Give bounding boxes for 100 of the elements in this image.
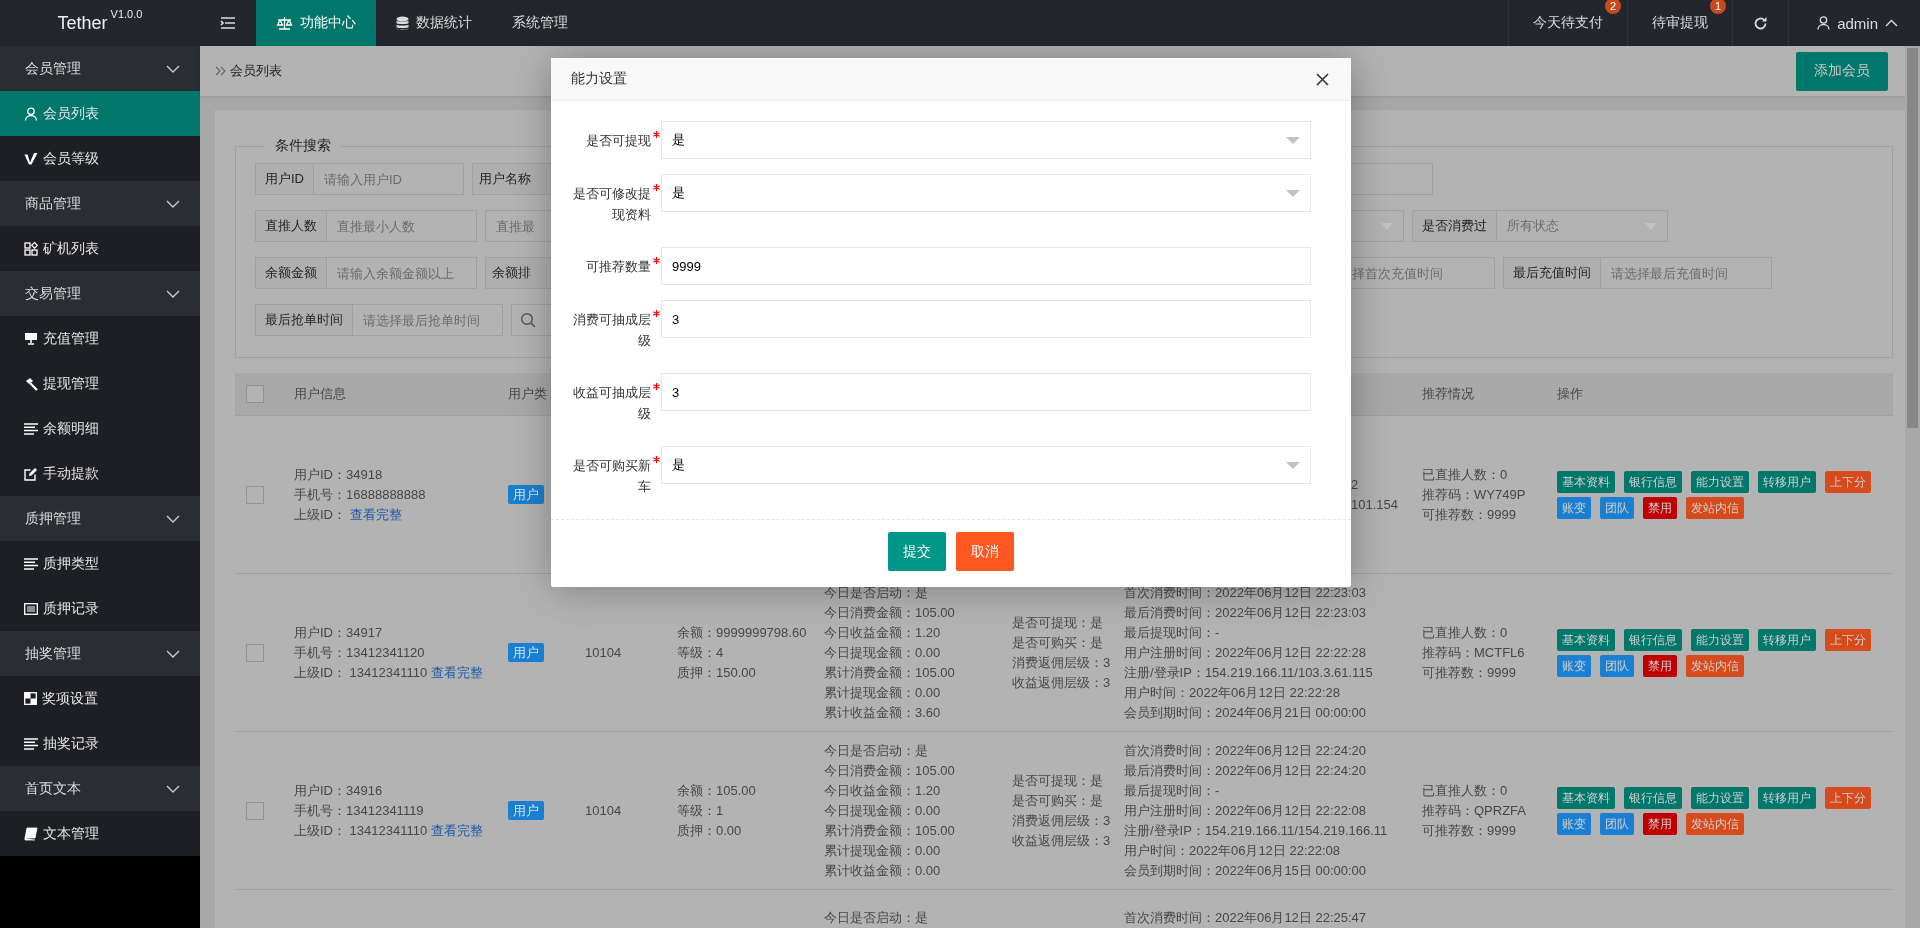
stats-text: 今日消费金额：105.00	[824, 603, 956, 622]
action-button[interactable]: 团队	[1600, 496, 1634, 519]
time-info-text: 最后提现时间：-	[1124, 781, 1221, 800]
sidebar-item[interactable]: 充值管理	[0, 316, 200, 361]
balance-text: 余额：105.00	[677, 781, 757, 800]
add-member-button[interactable]: 添加会员	[1796, 51, 1888, 91]
input-field[interactable]: 请输入余额金额以上	[327, 257, 477, 289]
sidebar-item[interactable]: 文本管理	[0, 811, 200, 856]
sidebar-item[interactable]: 矿机列表	[0, 226, 200, 271]
select-field[interactable]: 所有状态	[1497, 210, 1668, 242]
referral-text: 已直推人数：0	[1422, 465, 1509, 484]
top-nav-tab[interactable]: 数据统计	[376, 0, 492, 46]
action-button[interactable]: 账变	[1557, 812, 1591, 835]
action-button[interactable]: 发站内信	[1686, 654, 1744, 677]
permission-text: 消费返佣层级：3	[1012, 811, 1111, 830]
time-info-text: 会员到期时间：2024年06月21日 00:00:00	[1124, 703, 1368, 722]
action-button[interactable]: 上下分	[1825, 470, 1871, 493]
action-button[interactable]: 能力设置	[1691, 470, 1749, 493]
select-field[interactable]: 是	[661, 121, 1311, 159]
action-button[interactable]: 上下分	[1825, 628, 1871, 651]
action-button[interactable]: 银行信息	[1624, 786, 1682, 809]
menu-icon	[220, 16, 236, 30]
action-button[interactable]: 能力设置	[1691, 786, 1749, 809]
sidebar-item[interactable]: 奖项设置	[0, 676, 200, 721]
balance-text: 质押：0.00	[677, 821, 743, 840]
action-button[interactable]: 账变	[1557, 654, 1591, 677]
dropdown-arrow-icon	[1286, 136, 1300, 144]
stats-text: 今日是否启动：是	[824, 583, 929, 602]
top-nav-tab[interactable]: 系统管理	[492, 0, 588, 46]
referral-text: 可推荐数：9999	[1422, 663, 1517, 682]
top-nav-tab[interactable]: 功能中心	[256, 0, 376, 46]
action-button[interactable]: 发站内信	[1686, 496, 1744, 519]
checkbox[interactable]	[246, 485, 264, 504]
view-full-link[interactable]: 查看完整	[431, 820, 484, 841]
sidebar-group[interactable]: 交易管理	[0, 271, 200, 316]
count-badge: 1	[1710, 0, 1727, 14]
input-field[interactable]: 请选择最后充值时间	[1601, 257, 1772, 289]
sidebar-item[interactable]: 余额明细	[0, 406, 200, 451]
sidebar-group[interactable]: 商品管理	[0, 181, 200, 226]
action-button[interactable]: 银行信息	[1624, 470, 1682, 493]
stats-text: 累计提现金额：0.00	[824, 841, 942, 860]
parent-id-text: 上级ID： 13412341110	[294, 663, 428, 682]
action-button[interactable]: 团队	[1600, 654, 1634, 677]
checkbox[interactable]	[246, 801, 264, 820]
sidebar-item[interactable]: 质押记录	[0, 586, 200, 631]
version-label: V1.0.0	[110, 8, 143, 20]
action-button[interactable]: 禁用	[1643, 812, 1677, 835]
checkbox[interactable]	[246, 385, 264, 403]
stats-text: 累计收益金额：0.00	[824, 861, 942, 880]
input-field[interactable]: 择首次充值时间	[1350, 257, 1495, 289]
action-button[interactable]: 基本资料	[1557, 470, 1615, 493]
submit-button[interactable]: 提交	[888, 532, 946, 571]
stats-text: 今日收益金额：1.20	[824, 623, 942, 642]
select-field[interactable]: 是	[661, 174, 1311, 212]
action-button[interactable]: 转移用户	[1758, 628, 1816, 651]
checkbox[interactable]	[246, 643, 264, 662]
action-button[interactable]: 银行信息	[1624, 628, 1682, 651]
time-info-text: 101.154	[1351, 495, 1399, 514]
sidebar-group[interactable]: 质押管理	[0, 496, 200, 541]
action-button[interactable]: 账变	[1557, 496, 1591, 519]
input-field[interactable]: 直推最小人数	[327, 210, 477, 242]
action-button[interactable]: 发站内信	[1686, 812, 1744, 835]
referral-text: 可推荐数：9999	[1422, 505, 1517, 524]
cancel-button[interactable]: 取消	[956, 532, 1014, 571]
sidebar-item[interactable]: 抽奖记录	[0, 721, 200, 766]
input-field[interactable]: 3	[661, 373, 1311, 411]
time-info-text: 首次消费时间：2022年06月12日 22:24:20	[1124, 741, 1368, 760]
sidebar-item[interactable]: 会员列表	[0, 91, 200, 136]
action-button[interactable]: 基本资料	[1557, 628, 1615, 651]
input-field[interactable]: 请输入用户ID	[314, 163, 464, 195]
refresh-icon	[1753, 15, 1769, 31]
action-button[interactable]: 能力设置	[1691, 628, 1749, 651]
action-button[interactable]: 转移用户	[1758, 470, 1816, 493]
sidebar-group[interactable]: 抽奖管理	[0, 631, 200, 676]
code-text: 10104	[585, 644, 622, 660]
table-list-icon	[24, 602, 38, 615]
input-field[interactable]: 3	[661, 300, 1311, 338]
search-icon	[520, 312, 536, 328]
sidebar-item[interactable]: 会员等级	[0, 136, 200, 181]
view-full-link[interactable]: 查看完整	[431, 662, 484, 683]
input-field[interactable]	[1350, 163, 1433, 195]
sidebar-item[interactable]: 手动提款	[0, 451, 200, 496]
action-button[interactable]: 上下分	[1825, 786, 1871, 809]
input-field[interactable]: 9999	[661, 247, 1311, 285]
view-full-link[interactable]: 查看完整	[350, 504, 402, 525]
sidebar-item[interactable]: 提现管理	[0, 361, 200, 406]
action-button[interactable]: 禁用	[1643, 496, 1677, 519]
action-button[interactable]: 转移用户	[1758, 786, 1816, 809]
chevron-up-icon	[1885, 19, 1898, 27]
action-button[interactable]: 基本资料	[1557, 786, 1615, 809]
sidebar-group[interactable]: 会员管理	[0, 46, 200, 91]
input-field[interactable]: 请选择最后抢单时间	[353, 304, 503, 336]
action-button[interactable]: 禁用	[1643, 654, 1677, 677]
sidebar-group[interactable]: 首页文本	[0, 766, 200, 811]
action-button[interactable]: 团队	[1600, 812, 1634, 835]
list-lines-icon	[24, 422, 38, 435]
search-panel-title: 条件搜索	[274, 137, 332, 155]
select-field[interactable]: 是	[661, 446, 1311, 484]
sidebar-item[interactable]: 质押类型	[0, 541, 200, 586]
referral-text: 已直推人数：0	[1422, 623, 1509, 642]
